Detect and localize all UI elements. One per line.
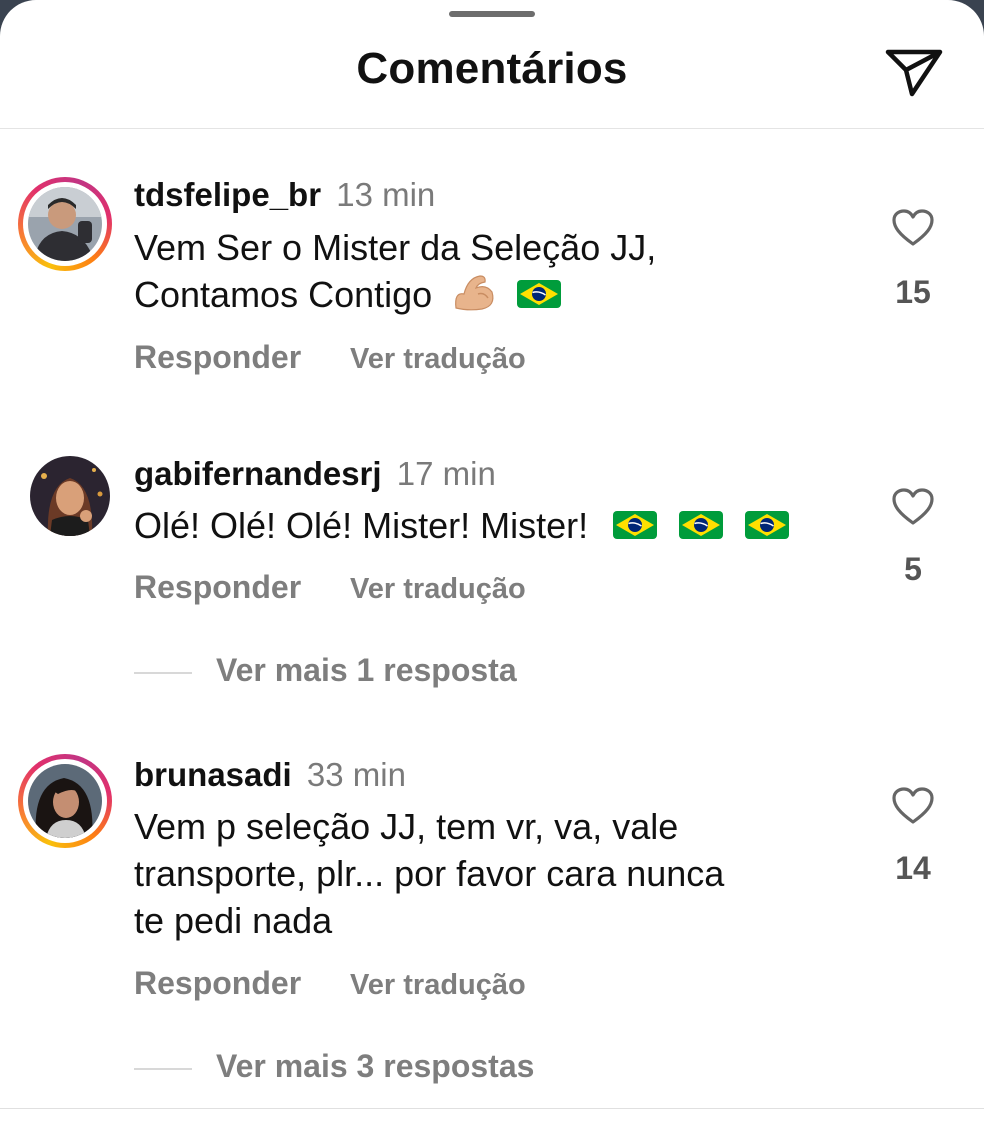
comment-text-line: Vem Ser o Mister da Seleção JJ, xyxy=(134,227,657,268)
view-more-replies-label: Ver mais 1 resposta xyxy=(216,652,517,688)
username-link[interactable]: brunasadi xyxy=(134,756,292,793)
drag-handle[interactable] xyxy=(449,11,535,17)
avatar-story-ring[interactable] xyxy=(18,177,112,271)
username-link[interactable]: tdsfelipe_br xyxy=(134,176,321,213)
brazil-flag-emoji xyxy=(516,274,562,321)
comment-text-line-wrap: Olé! Olé! Olé! Mister! Mister! xyxy=(134,502,834,552)
like-button[interactable] xyxy=(880,487,946,532)
comment-meta: tdsfelipe_br 13 min xyxy=(134,176,435,214)
comment-actions: Responder Ver tradução xyxy=(134,965,526,1002)
flexed-biceps-emoji xyxy=(452,272,496,323)
comment-text-line: Contamos Contigo xyxy=(134,274,433,315)
comments-sheet: Comentários tdsfelipe_br 13 min Vem Ser … xyxy=(0,0,984,1125)
brazil-flag-emoji xyxy=(612,505,658,552)
translate-button[interactable]: Ver tradução xyxy=(350,573,526,605)
heart-icon xyxy=(892,209,934,246)
header-divider xyxy=(0,128,984,129)
comment-meta: gabifernandesrj 17 min xyxy=(134,455,496,493)
comment-meta: brunasadi 33 min xyxy=(134,756,406,794)
like-count: 15 xyxy=(895,274,931,310)
comment-actions: Responder Ver tradução xyxy=(134,339,526,376)
brazil-flag-emoji xyxy=(744,505,790,552)
send-button[interactable] xyxy=(884,44,944,100)
comment-text-line: Vem p seleção JJ, tem vr, va, vale xyxy=(134,806,679,847)
comment-time: 33 min xyxy=(306,756,406,793)
reply-button[interactable]: Responder xyxy=(134,339,301,375)
like-button[interactable] xyxy=(880,786,946,831)
page-title: Comentários xyxy=(356,44,628,93)
avatar xyxy=(28,187,102,261)
comment-text: Vem p seleção JJ, tem vr, va, vale trans… xyxy=(134,803,834,944)
view-more-replies-button[interactable]: Ver mais 1 resposta xyxy=(134,652,517,689)
like-count: 14 xyxy=(895,850,931,886)
reply-button[interactable]: Responder xyxy=(134,965,301,1001)
avatar-story-ring[interactable] xyxy=(18,754,112,848)
view-more-replies-label: Ver mais 3 respostas xyxy=(216,1048,535,1084)
comment-text: Vem Ser o Mister da Seleção JJ, Contamos… xyxy=(134,224,834,323)
avatar xyxy=(28,764,102,838)
like-count: 5 xyxy=(904,551,922,587)
paper-plane-icon xyxy=(885,49,943,97)
heart-icon xyxy=(892,488,934,525)
reply-button[interactable]: Responder xyxy=(134,569,301,605)
replies-divider-line xyxy=(134,1067,192,1070)
comment-text: Olé! Olé! Olé! Mister! Mister! xyxy=(134,502,834,552)
comment-time: 13 min xyxy=(336,176,436,213)
view-more-replies-button[interactable]: Ver mais 3 respostas xyxy=(134,1048,534,1085)
comment-text-line: te pedi nada xyxy=(134,900,333,941)
comment-text-line: transporte, plr... por favor cara nunca xyxy=(134,853,725,894)
translate-button[interactable]: Ver tradução xyxy=(350,969,526,1001)
translate-button[interactable]: Ver tradução xyxy=(350,343,526,375)
username-link[interactable]: gabifernandesrj xyxy=(134,455,382,492)
comment-text-line-wrap: Contamos Contigo xyxy=(134,271,834,323)
comment-actions: Responder Ver tradução xyxy=(134,569,526,606)
avatar-image xyxy=(30,456,110,536)
bottom-divider xyxy=(0,1108,984,1109)
comment-time: 17 min xyxy=(396,455,496,492)
brazil-flag-emoji xyxy=(678,505,724,552)
replies-divider-line xyxy=(134,671,192,674)
avatar[interactable] xyxy=(18,444,112,538)
heart-icon xyxy=(892,787,934,824)
like-button[interactable] xyxy=(880,208,946,253)
comment-text-line: Olé! Olé! Olé! Mister! Mister! xyxy=(134,505,589,546)
